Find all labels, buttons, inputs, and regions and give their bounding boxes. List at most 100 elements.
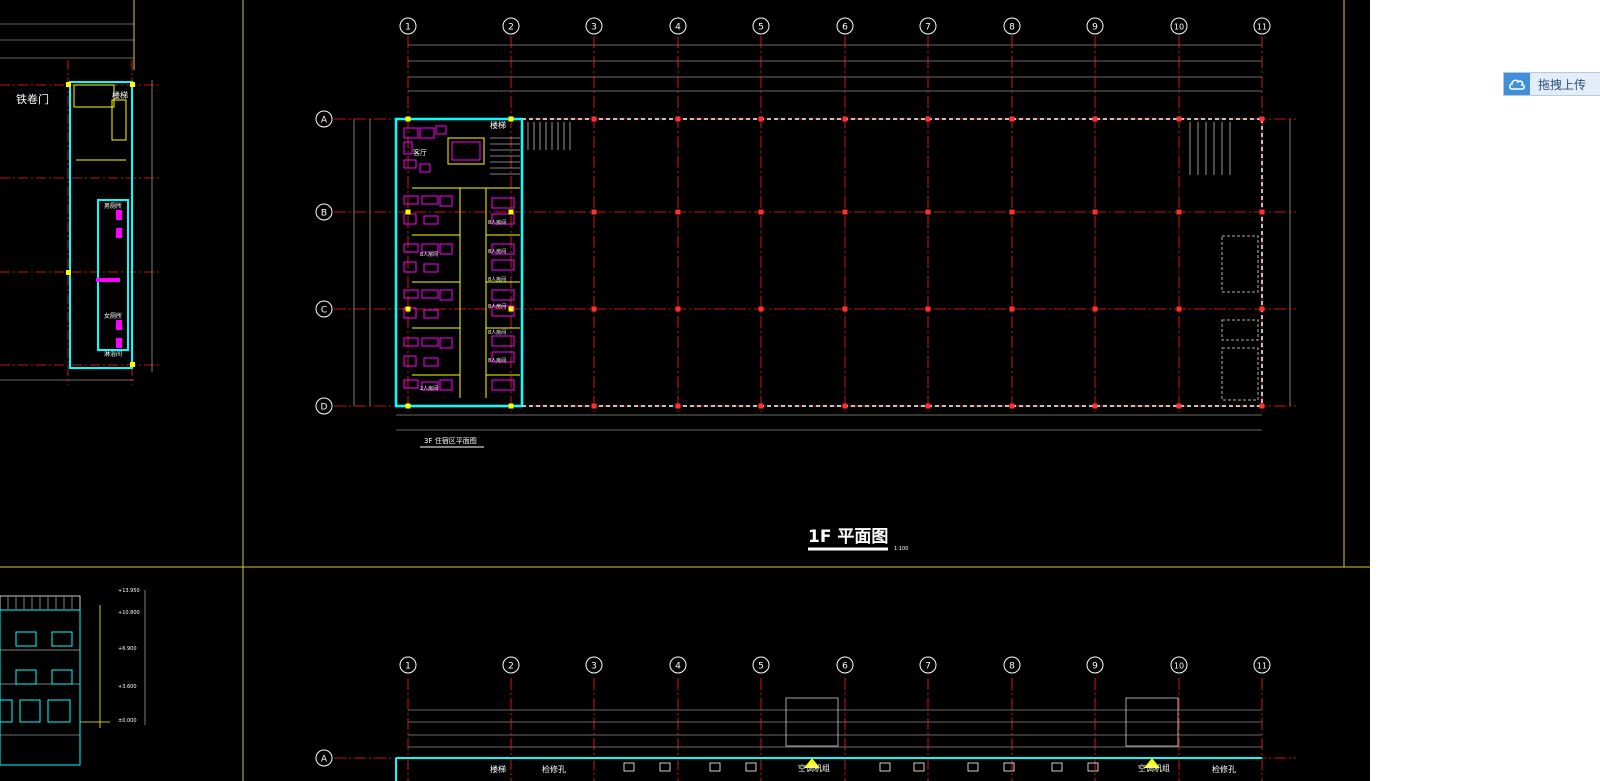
furniture-item — [423, 309, 439, 319]
lower-axis-bubble-col-6-label: 6 — [842, 662, 848, 672]
structural-column — [508, 209, 514, 215]
lower-label-hatch-1: 检修孔 — [542, 764, 566, 774]
structural-column — [675, 403, 681, 409]
structural-column — [1009, 116, 1015, 122]
room-label-r1: 8人房间 — [488, 219, 506, 226]
furniture-item — [421, 289, 439, 299]
lower-floor-plan: 楼梯 检修孔 空调机组 空调机组 检修孔 — [334, 678, 1296, 781]
furniture-item — [403, 289, 419, 299]
left-floor-plan: 铁卷门 楼梯 男厕所 女厕所 淋浴间 — [0, 23, 160, 385]
lower-axis-bubble-col-8: 8 — [1003, 656, 1021, 674]
elevation-label-4: +3.600 — [118, 684, 137, 690]
elevation-label-2: +10.800 — [118, 610, 140, 616]
lower-axis-bubble-col-1: 1 — [399, 656, 417, 674]
drag-upload-button[interactable]: 拖拽上传 — [1503, 72, 1600, 96]
furniture-item — [403, 213, 417, 225]
axis-bubble-col-6: 6 — [836, 17, 854, 35]
structural-column — [842, 403, 848, 409]
axis-bubble-col-2: 2 — [502, 17, 520, 35]
furniture-item — [423, 263, 439, 273]
axis-bubble-col-6-label: 6 — [842, 23, 848, 33]
structural-column — [1009, 306, 1015, 312]
axis-bubble-col-11: 11 — [1253, 17, 1271, 35]
axis-bubble-row-D-label: D — [321, 403, 328, 413]
structural-column — [405, 209, 411, 215]
axis-bubble-col-9: 9 — [1086, 17, 1104, 35]
structural-column — [1092, 403, 1098, 409]
structural-column — [591, 116, 597, 122]
right-blank-panel — [1370, 0, 1600, 781]
structural-column — [591, 403, 597, 409]
structural-column — [591, 209, 597, 215]
lower-axis-bubble-col-4-label: 4 — [675, 662, 681, 672]
furniture-item — [403, 159, 417, 169]
structural-column — [1176, 116, 1182, 122]
structural-column — [925, 403, 931, 409]
axis-bubble-col-7: 7 — [919, 17, 937, 35]
axis-bubble-col-9-label: 9 — [1092, 23, 1098, 33]
axis-bubble-col-3-label: 3 — [591, 23, 597, 33]
sheet-frames — [0, 0, 1370, 781]
axis-bubble-col-8: 8 — [1003, 17, 1021, 35]
lower-label-stairs: 楼梯 — [490, 764, 506, 774]
elevation-label-5: ±0.000 — [118, 718, 137, 724]
cad-drawing-canvas[interactable]: 铁卷门 楼梯 男厕所 女厕所 淋浴间 +13.950 +10.800 +6.90… — [0, 0, 1370, 781]
axis-bubble-col-1-label: 1 — [405, 23, 411, 33]
left-label-rolling-door: 铁卷门 — [16, 92, 49, 106]
axis-bubble-col-3: 3 — [585, 17, 603, 35]
axis-bubble-row-A: A — [315, 110, 333, 128]
room-label-r8: 2人房间 — [420, 385, 438, 392]
lower-axis-bubble-col-1-label: 1 — [405, 662, 411, 672]
axis-bubble-row-B: B — [315, 203, 333, 221]
elevation-drawing: +13.950 +10.800 +6.900 +3.600 ±0.000 — [0, 588, 146, 766]
cloud-upload-icon — [1504, 73, 1530, 95]
furniture-item — [439, 195, 453, 207]
furniture-item — [423, 215, 439, 225]
room-label-r3: 8人房间 — [488, 276, 506, 283]
room-label-r6: 8人房间 — [488, 357, 506, 364]
structural-column — [842, 116, 848, 122]
lower-label-hatch-2: 检修孔 — [1212, 764, 1236, 774]
axis-bubble-col-11-label: 11 — [1257, 23, 1267, 32]
axis-bubble-col-2-label: 2 — [508, 23, 514, 33]
lower-axis-bubble-col-10: 10 — [1170, 656, 1188, 674]
axis-bubble-row-C: C — [315, 300, 333, 318]
furniture-item — [421, 195, 439, 205]
lower-axis-bubble-row-A: A — [315, 749, 333, 767]
furniture-item — [403, 337, 419, 347]
plan-title: 1F 平面图 — [808, 527, 888, 547]
left-label-mens-toilet: 男厕所 — [104, 202, 122, 210]
furniture-item — [403, 355, 417, 367]
structural-column — [1259, 403, 1265, 409]
structural-column — [1259, 306, 1265, 312]
structural-column — [925, 209, 931, 215]
plan-scale: 1:100 — [894, 546, 908, 552]
axis-bubble-col-4-label: 4 — [675, 23, 681, 33]
structural-column — [508, 116, 514, 122]
left-label-shower: 淋浴间 — [104, 350, 122, 358]
furniture-item — [451, 141, 481, 161]
structural-column — [1176, 209, 1182, 215]
lower-label-ac-2: 空调机组 — [1138, 763, 1170, 773]
room-label-r5: 8人房间 — [488, 329, 506, 336]
room-label-r4: 8人房间 — [488, 303, 506, 310]
structural-column — [508, 403, 514, 409]
lower-axis-bubble-col-9-label: 9 — [1092, 662, 1098, 672]
furniture-item — [421, 337, 439, 347]
axis-bubble-col-8-label: 8 — [1009, 23, 1015, 33]
lower-axis-bubble-col-7: 7 — [919, 656, 937, 674]
subplan-title: 3F 住宿区平面图 — [424, 436, 477, 445]
elevation-label-3: +6.900 — [118, 646, 137, 652]
lower-axis-bubble-col-9: 9 — [1086, 656, 1104, 674]
axis-bubble-col-5-label: 5 — [758, 23, 764, 33]
furniture-item — [403, 261, 417, 273]
lower-axis-bubble-col-8-label: 8 — [1009, 662, 1015, 672]
lower-axis-bubble-col-7-label: 7 — [925, 662, 931, 672]
axis-bubble-col-7-label: 7 — [925, 23, 931, 33]
lower-axis-bubble-col-2-label: 2 — [508, 662, 514, 672]
structural-column — [842, 306, 848, 312]
upload-label: 拖拽上传 — [1538, 77, 1587, 92]
furniture-item — [439, 337, 453, 349]
structural-column — [925, 306, 931, 312]
structural-column — [675, 306, 681, 312]
